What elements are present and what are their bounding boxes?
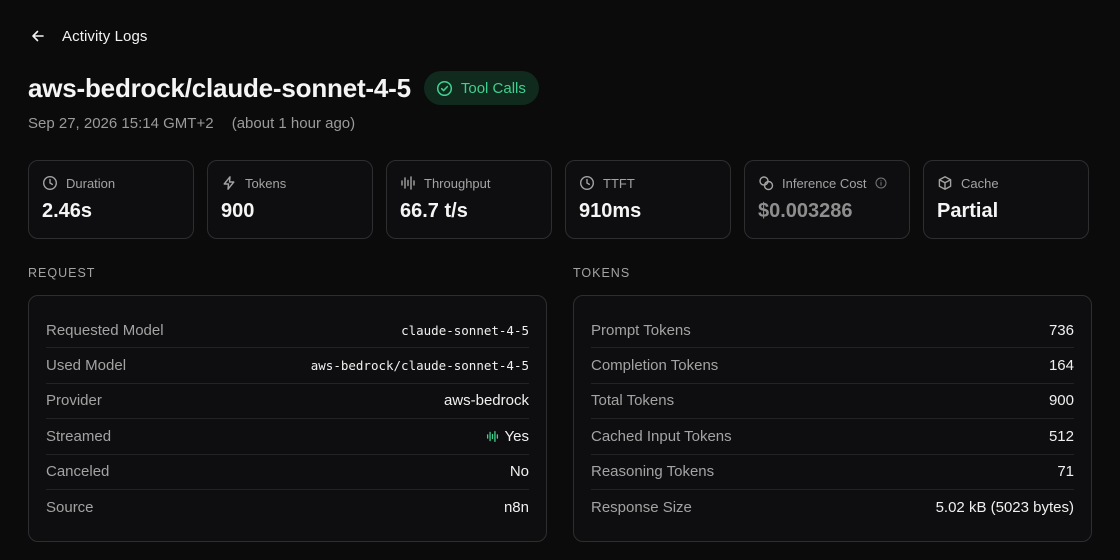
row-key: Reasoning Tokens (591, 463, 715, 481)
audio-waveform-icon (486, 430, 498, 442)
stat-label: Inference Cost (782, 175, 867, 191)
row-key: Source (46, 499, 94, 517)
back-button[interactable] (27, 25, 49, 47)
row-value: aws-bedrock (443, 392, 529, 410)
row-value: 736 (1048, 321, 1074, 339)
top-bar: Activity Logs (28, 24, 148, 48)
back-link-label[interactable]: Activity Logs (62, 28, 148, 45)
relative-time: (about 1 hour ago) (231, 115, 356, 132)
row-value: 900 (1048, 392, 1074, 410)
tool-calls-badge: Tool Calls (423, 71, 539, 105)
request-section-label: REQUEST (28, 266, 96, 280)
row-key: Requested Model (46, 321, 164, 339)
stat-card-throughput: Throughput 66.7 t/s (386, 160, 552, 239)
arrow-left-icon (32, 30, 44, 42)
row-key: Completion Tokens (591, 357, 719, 375)
stat-value: 900 (221, 200, 255, 222)
row-key: Total Tokens (591, 392, 675, 410)
row-value: 5.02 kB (5023 bytes) (935, 499, 1074, 517)
row-key: Cached Input Tokens (591, 427, 732, 445)
tokens-panel: Prompt Tokens 736 Completion Tokens 164 … (573, 295, 1092, 542)
stat-value: 2.46s (42, 200, 93, 222)
row-value: 164 (1048, 357, 1074, 375)
page-title: aws-bedrock/claude-sonnet-4-5 (28, 72, 411, 103)
row-key: Prompt Tokens (591, 321, 691, 339)
timestamp-line: Sep 27, 2026 15:14 GMT+2 (about 1 hour a… (28, 115, 355, 132)
badge-label: Tool Calls (460, 79, 526, 97)
stat-value: $0.003286 (758, 200, 853, 222)
stat-card-inference-cost: Inference Cost $0.003286 (744, 160, 910, 239)
request-panel: Requested Model claude-sonnet-4-5 Used M… (28, 295, 547, 542)
request-row-provider: Provider aws-bedrock (46, 384, 529, 420)
box-icon (938, 176, 952, 190)
row-value: 512 (1048, 427, 1074, 445)
stat-value: 66.7 t/s (400, 200, 468, 222)
tokens-row-cached-input: Cached Input Tokens 512 (591, 419, 1074, 455)
tokens-row-total: Total Tokens 900 (591, 384, 1074, 420)
row-value: claude-sonnet-4-5 (401, 322, 529, 338)
stat-card-duration: Duration 2.46s (28, 160, 194, 239)
stat-label: TTFT (603, 175, 635, 191)
request-row-requested-model: Requested Model claude-sonnet-4-5 (46, 313, 529, 349)
stat-label: Tokens (245, 175, 287, 191)
row-value: Yes (504, 427, 529, 445)
row-value: aws-bedrock/claude-sonnet-4-5 (310, 358, 529, 374)
activity-log-detail-page: Activity Logs aws-bedrock/claude-sonnet-… (0, 0, 1120, 560)
tokens-row-prompt: Prompt Tokens 736 (591, 313, 1074, 349)
title-row: aws-bedrock/claude-sonnet-4-5 Tool Calls (28, 70, 539, 106)
row-value: No (509, 463, 529, 481)
row-value: 71 (1057, 463, 1074, 481)
check-circle-icon (436, 80, 452, 96)
stat-value: 910ms (579, 200, 642, 222)
request-row-used-model: Used Model aws-bedrock/claude-sonnet-4-5 (46, 348, 529, 384)
tokens-row-response-size: Response Size 5.02 kB (5023 bytes) (591, 490, 1074, 525)
tokens-row-reasoning: Reasoning Tokens 71 (591, 455, 1074, 490)
request-row-streamed: Streamed Yes (46, 419, 529, 455)
coins-icon (759, 176, 774, 191)
stat-value: Partial (937, 200, 999, 222)
clock-icon (579, 175, 595, 191)
row-key: Provider (46, 392, 102, 410)
row-key: Response Size (591, 499, 692, 517)
stat-label: Cache (961, 175, 999, 191)
request-row-source: Source n8n (46, 490, 529, 525)
row-value: n8n (503, 499, 529, 517)
stats-row: Duration 2.46s Tokens 900 Throughput 66.… (28, 160, 1089, 239)
stat-label: Throughput (424, 175, 491, 191)
tokens-section-label: TOKENS (573, 266, 631, 280)
row-value-with-icon: Yes (486, 428, 529, 445)
stat-card-cache: Cache Partial (923, 160, 1089, 239)
row-key: Streamed (46, 427, 112, 445)
info-icon[interactable] (875, 177, 887, 189)
row-key: Canceled (46, 463, 110, 481)
clock-icon (42, 175, 58, 191)
timestamp: Sep 27, 2026 15:14 GMT+2 (28, 115, 214, 132)
tokens-row-completion: Completion Tokens 164 (591, 348, 1074, 384)
stat-card-ttft: TTFT 910ms (565, 160, 731, 239)
lightning-icon (223, 176, 235, 190)
audio-waveform-icon (401, 176, 415, 190)
stat-card-tokens: Tokens 900 (207, 160, 373, 239)
row-key: Used Model (46, 357, 127, 375)
request-row-canceled: Canceled No (46, 455, 529, 490)
stat-label: Duration (66, 175, 116, 191)
